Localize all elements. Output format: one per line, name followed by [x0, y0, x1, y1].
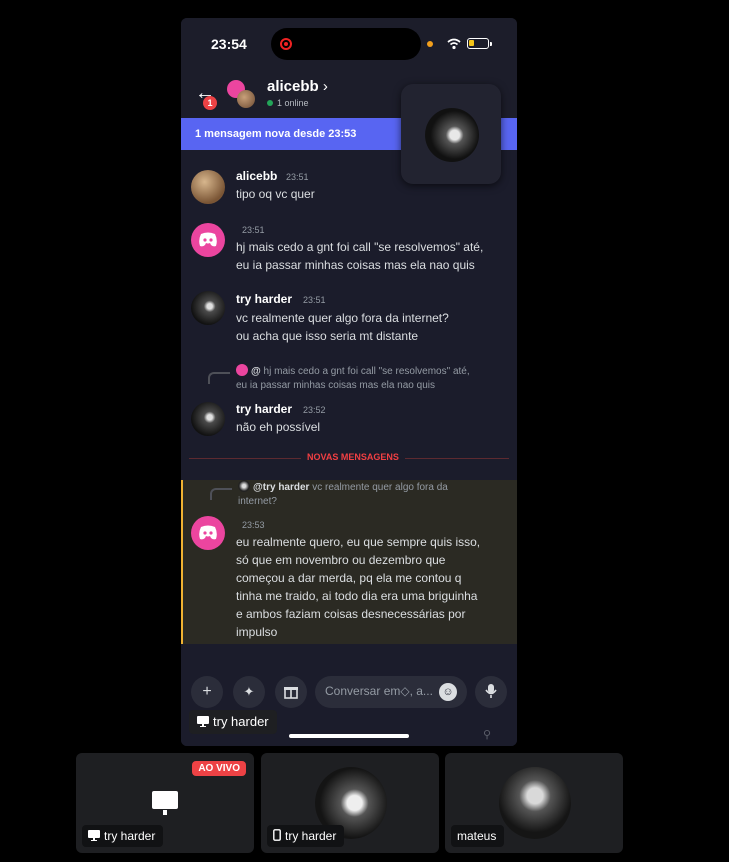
message-line: só que em novembro ou dezembro que — [236, 553, 446, 567]
mic-indicator-icon — [427, 41, 433, 47]
monitor-icon — [197, 716, 209, 727]
gift-icon — [284, 687, 298, 699]
message-line: ou acha que isso seria mt distante — [236, 329, 419, 343]
reply-text: hj mais cedo a gnt foi call "se resolvem… — [263, 366, 470, 377]
reply-preview[interactable]: @ hj mais cedo a gnt foi call "se resolv… — [236, 364, 506, 393]
add-attachment-button[interactable]: + — [191, 676, 223, 708]
recording-icon — [280, 38, 292, 50]
message-author[interactable]: try harder — [236, 402, 292, 416]
reply-text: internet? — [238, 496, 277, 507]
message-line: começou a dar merda, pq ela me contou q — [236, 571, 462, 585]
screenshare-phone: 23:54 ← 1 alicebb › 1 online 1 mensagem … — [181, 18, 517, 746]
avatar — [425, 108, 479, 162]
message-timestamp: 23:52 — [303, 405, 326, 415]
participant-tile-user[interactable]: mateus — [445, 753, 623, 853]
highlighted-message: @try harder vc realmente quer algo fora … — [181, 480, 517, 644]
floating-video-preview[interactable] — [401, 84, 501, 184]
avatar[interactable] — [191, 223, 225, 257]
participant-name: mateus — [457, 829, 497, 843]
unread-badge: 1 — [203, 96, 217, 110]
message-timestamp: 23:51 — [303, 295, 326, 305]
message-text: vc realmente quer algo fora da internet?… — [236, 309, 506, 345]
message-text: hj mais cedo a gnt foi call "se resolvem… — [236, 238, 506, 274]
message-line: tinha me traido, ai todo dia era uma bri… — [236, 589, 478, 603]
new-messages-divider-label: NOVAS MENSAGENS — [301, 452, 405, 462]
reply-text: eu ia passar minhas coisas mas ela nao q… — [236, 380, 435, 391]
dm-title-text: alicebb — [267, 78, 319, 95]
dynamic-island — [271, 28, 421, 60]
avatar — [238, 480, 250, 492]
participant-label: try harder — [82, 825, 164, 847]
message-line: eu ia passar minhas coisas mas ela nao q… — [236, 258, 475, 272]
participant-label: mateus — [451, 825, 505, 847]
message-text: não eh possível — [236, 418, 506, 436]
avatar[interactable] — [191, 170, 225, 204]
message-line: não eh possível — [236, 420, 321, 434]
gift-button[interactable] — [275, 676, 307, 708]
stream-name-label: try harder — [189, 710, 277, 734]
message-line: impulso — [236, 625, 278, 639]
emoji-icon[interactable]: ☺ — [439, 683, 457, 701]
avatar — [236, 364, 248, 376]
message-timestamp: 23:51 — [286, 172, 309, 182]
message-timestamp: 23:53 — [242, 520, 265, 530]
home-indicator — [289, 734, 409, 738]
chevron-right-icon: › — [322, 78, 328, 95]
avatar[interactable] — [191, 291, 225, 325]
avatar[interactable] — [191, 516, 225, 550]
dm-title[interactable]: alicebb › — [267, 78, 328, 95]
message-input[interactable] — [325, 684, 433, 698]
reply-text: vc realmente quer algo fora da — [312, 482, 448, 493]
zoom-icon: ⚲ — [483, 729, 492, 741]
avatar — [499, 767, 571, 839]
message-line: tipo oq vc quer — [236, 187, 315, 201]
reply-preview[interactable]: @try harder vc realmente quer algo fora … — [238, 480, 508, 509]
online-status: 1 online — [267, 98, 309, 108]
participant-tile-camera[interactable]: try harder — [261, 753, 439, 853]
reply-connector — [208, 372, 230, 384]
status-time: 23:54 — [211, 36, 247, 52]
battery-tip — [490, 42, 492, 46]
avatar[interactable] — [191, 402, 225, 436]
group-avatar[interactable] — [227, 80, 257, 110]
reply-mention: @ — [251, 366, 261, 377]
monitor-icon — [88, 830, 100, 841]
message-line: vc realmente quer algo fora da internet? — [236, 311, 449, 325]
apps-button[interactable]: ✦ — [233, 676, 265, 708]
message-line: eu realmente quero, eu que sempre quis i… — [236, 535, 481, 549]
discord-logo-icon — [199, 525, 217, 540]
message-input-wrapper: ☺ — [315, 676, 467, 708]
participant-name: try harder — [104, 829, 156, 843]
voice-message-button[interactable] — [475, 676, 507, 708]
message-text: tipo oq vc quer — [236, 185, 506, 203]
participant-name: try harder — [285, 829, 337, 843]
message-author[interactable]: alicebb — [236, 169, 277, 183]
message-timestamp: 23:51 — [242, 225, 265, 235]
message-line: hj mais cedo a gnt foi call "se resolvem… — [236, 240, 484, 254]
message-text: eu realmente quero, eu que sempre quis i… — [236, 533, 506, 641]
avatar — [237, 90, 255, 108]
participant-label: try harder — [267, 825, 345, 847]
message-line: e ambos faziam coisas desnecessárias por — [236, 607, 466, 621]
participant-tile-stream[interactable]: AO VIVO try harder — [76, 753, 254, 853]
reply-connector — [210, 488, 232, 500]
wifi-icon — [447, 38, 461, 50]
screen-share-icon — [152, 791, 178, 815]
message-author[interactable]: try harder — [236, 292, 292, 306]
reply-mention: @try harder — [253, 482, 310, 493]
microphone-icon — [485, 684, 497, 698]
discord-logo-icon — [199, 232, 217, 247]
live-badge: AO VIVO — [192, 761, 246, 776]
stream-name: try harder — [213, 714, 269, 729]
phone-icon — [273, 829, 281, 841]
status-bar: 23:54 — [181, 18, 517, 70]
battery-icon — [467, 38, 489, 49]
